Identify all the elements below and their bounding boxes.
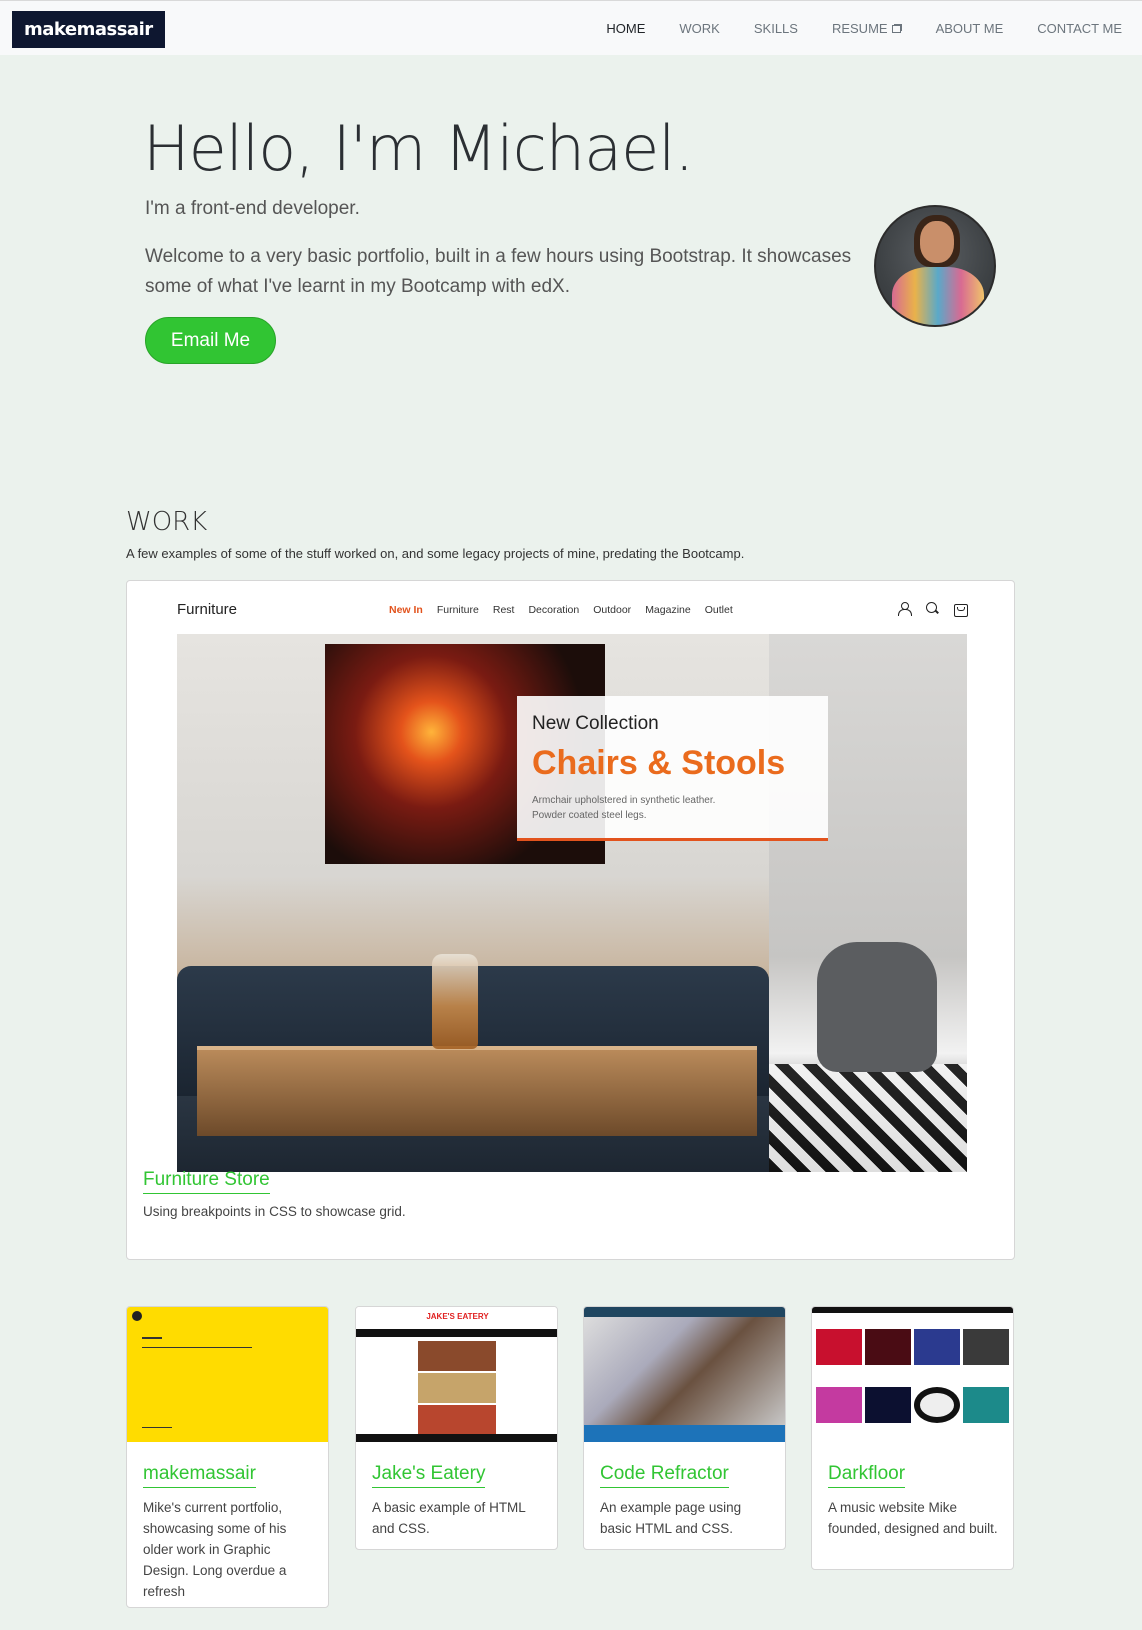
furniture-menu-item: Rest xyxy=(492,604,515,616)
furniture-menu-item: Outdoor xyxy=(593,604,632,616)
thumb-footer-bar xyxy=(584,1425,785,1442)
album-art xyxy=(865,1387,911,1423)
furniture-icons xyxy=(897,601,968,617)
project-description: A basic example of HTML and CSS. xyxy=(372,1500,526,1536)
food-photo xyxy=(418,1373,496,1403)
featured-project-card[interactable]: Furniture New In Furniture Rest Decorati… xyxy=(126,580,1015,1260)
overlay-kicker: New Collection xyxy=(532,713,659,734)
thumb-line xyxy=(142,1337,162,1339)
navbar: makemassair HOME WORK SKILLS RESUME ABOU… xyxy=(0,0,1142,55)
overlay-headline: Chairs & Stools xyxy=(532,744,786,782)
project-card-jakes-eatery[interactable]: JAKE'S EATERY Jake's Eatery A basic exam… xyxy=(355,1306,558,1550)
thumb-line xyxy=(142,1347,252,1348)
album-art xyxy=(914,1387,960,1423)
hero-title: Hello, I'm Michael. xyxy=(143,112,694,185)
search-icon xyxy=(925,601,939,615)
armchair xyxy=(817,942,937,1072)
coffee-table xyxy=(197,1046,757,1136)
hero-subtitle: I'm a front-end developer. xyxy=(145,198,360,219)
furniture-hero-image: New Collection Chairs & Stools Armchair … xyxy=(177,634,967,1172)
furniture-menu-item: Decoration xyxy=(528,604,580,616)
thumb-line xyxy=(142,1427,172,1428)
project-title-link[interactable]: makemassair xyxy=(143,1463,256,1488)
nav-link-skills[interactable]: SKILLS xyxy=(754,21,798,36)
nav-link-about[interactable]: ABOUT ME xyxy=(936,21,1004,36)
project-card-darkfloor[interactable]: Darkfloor A music website Mike founded, … xyxy=(811,1306,1014,1570)
furniture-brand: Furniture xyxy=(177,601,238,618)
nav-link-resume[interactable]: RESUME xyxy=(832,21,902,36)
overlay-caption-2: Powder coated steel legs. xyxy=(532,810,647,821)
nav-link-resume-label: RESUME xyxy=(831,21,888,36)
thumb-footer-bar xyxy=(356,1434,557,1442)
project-card-code-refractor[interactable]: Code Refractor An example page using bas… xyxy=(583,1306,786,1550)
album-art xyxy=(963,1387,1009,1423)
nav-link-home[interactable]: HOME xyxy=(606,21,645,36)
overlay-caption-1: Armchair upholstered in synthetic leathe… xyxy=(532,795,716,806)
furniture-menu-item: New In xyxy=(389,604,423,616)
avatar xyxy=(874,205,996,327)
nav-link-contact[interactable]: CONTACT ME xyxy=(1037,21,1122,36)
project-title-link[interactable]: Jake's Eatery xyxy=(372,1463,486,1488)
furniture-menu: New In Furniture Rest Decoration Outdoor… xyxy=(389,604,733,616)
project-title-link[interactable]: Code Refractor xyxy=(600,1463,729,1488)
thumb-nav-bar xyxy=(812,1307,1013,1313)
nav-link-work[interactable]: WORK xyxy=(679,21,719,36)
project-description: Mike's current portfolio, showcasing som… xyxy=(143,1500,287,1599)
collection-overlay: New Collection Chairs & Stools Armchair … xyxy=(517,696,828,841)
album-art xyxy=(816,1329,862,1365)
project-thumbnail xyxy=(127,1307,328,1442)
project-title-link[interactable]: Furniture Store xyxy=(143,1169,270,1194)
thumb-nav-bar xyxy=(356,1329,557,1337)
project-description: An example page using basic HTML and CSS… xyxy=(600,1500,742,1536)
album-art xyxy=(914,1329,960,1365)
food-photo xyxy=(418,1405,496,1435)
brand-logo[interactable]: makemassair xyxy=(12,11,165,48)
decanter xyxy=(432,954,478,1049)
project-thumbnail xyxy=(584,1307,785,1442)
album-art xyxy=(963,1329,1009,1365)
work-heading: WORK xyxy=(126,507,208,537)
thumb-nav-bar xyxy=(584,1307,785,1317)
project-description: Using breakpoints in CSS to showcase gri… xyxy=(143,1204,406,1219)
furniture-menu-item: Magazine xyxy=(645,604,691,616)
project-title-link[interactable]: Darkfloor xyxy=(828,1463,906,1488)
furniture-menu-item: Outlet xyxy=(704,604,733,616)
food-photo xyxy=(418,1341,496,1371)
furniture-menu-item: Furniture xyxy=(436,604,479,616)
patterned-rug xyxy=(769,1064,967,1172)
album-art xyxy=(816,1387,862,1423)
user-icon xyxy=(897,601,912,616)
project-thumbnail xyxy=(812,1307,1013,1442)
album-art xyxy=(865,1329,911,1365)
nav-links: HOME WORK SKILLS RESUME ABOUT ME CONTACT… xyxy=(572,1,1122,56)
logo-icon xyxy=(132,1311,142,1321)
project-description: A music website Mike founded, designed a… xyxy=(828,1500,998,1536)
hero-text: Welcome to a very basic portfolio, built… xyxy=(145,246,852,297)
shopping-bag-icon xyxy=(953,601,968,617)
thumb-header: JAKE'S EATERY xyxy=(426,1312,489,1321)
avatar-shirt xyxy=(892,267,984,325)
team-photo xyxy=(584,1317,785,1427)
furniture-shot-nav: Furniture New In Furniture Rest Decorati… xyxy=(177,601,968,629)
email-me-button[interactable]: Email Me xyxy=(145,317,276,364)
external-window-icon xyxy=(891,24,902,33)
avatar-face xyxy=(920,221,954,263)
work-description: A few examples of some of the stuff work… xyxy=(126,546,745,561)
project-card-makemassair[interactable]: makemassair Mike's current portfolio, sh… xyxy=(126,1306,329,1608)
project-thumbnail: JAKE'S EATERY xyxy=(356,1307,557,1442)
